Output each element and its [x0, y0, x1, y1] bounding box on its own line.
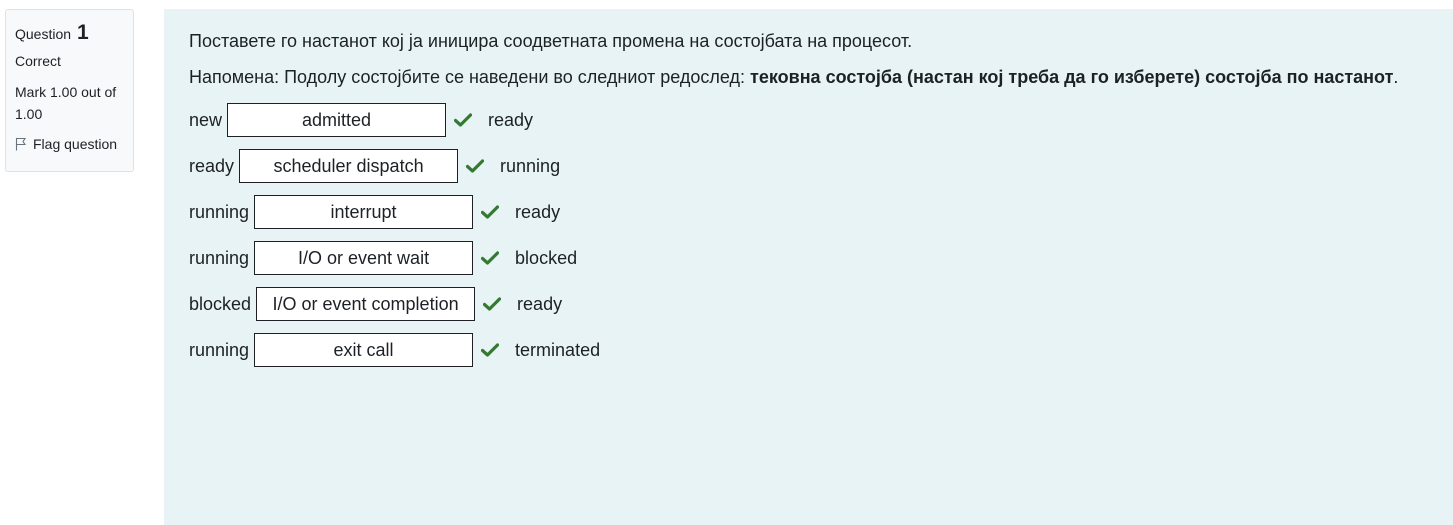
drop-zone[interactable]: scheduler dispatch: [239, 149, 459, 183]
check-icon: [481, 251, 500, 265]
answer-row: blocked I/O or event completion ready: [189, 287, 1428, 321]
flag-question-button[interactable]: Flag question: [15, 134, 124, 154]
question-grade: Mark 1.00 out of 1.00: [15, 84, 117, 122]
to-state: terminated: [515, 339, 601, 360]
question-content: Поставете го настанот кој ја иницира соо…: [164, 9, 1453, 525]
to-state: running: [500, 155, 561, 176]
question-number-value: 1: [76, 21, 89, 44]
to-state: blocked: [515, 247, 578, 268]
drop-zone[interactable]: I/O or event wait: [254, 241, 474, 275]
drop-zone[interactable]: interrupt: [254, 195, 474, 229]
drop-zone[interactable]: I/O or event completion: [256, 287, 476, 321]
check-icon: [466, 159, 485, 173]
question-note: Напомена: Подолу состојбите се наведени …: [189, 63, 1428, 91]
check-icon: [481, 343, 500, 357]
note-bold: тековна состојба (настан кој треба да го…: [750, 67, 1394, 87]
drop-zone[interactable]: exit call: [254, 333, 474, 367]
from-state: new: [189, 109, 223, 130]
drop-zone[interactable]: admitted: [227, 103, 447, 137]
to-state: ready: [488, 109, 534, 130]
from-state: running: [189, 339, 250, 360]
answer-row: running exit call terminated: [189, 333, 1428, 367]
question-label: Question: [15, 26, 72, 42]
from-state: blocked: [189, 293, 252, 314]
question-number: Question 1: [15, 20, 124, 47]
from-state: running: [189, 201, 250, 222]
flag-icon: [15, 137, 27, 151]
to-state: ready: [517, 293, 563, 314]
from-state: running: [189, 247, 250, 268]
answer-row: ready scheduler dispatch running: [189, 149, 1428, 183]
from-state: ready: [189, 155, 235, 176]
check-icon: [481, 205, 500, 219]
check-icon: [483, 297, 502, 311]
answer-row: new admitted ready: [189, 103, 1428, 137]
answer-row: running interrupt ready: [189, 195, 1428, 229]
to-state: ready: [515, 201, 561, 222]
question-prompt: Поставете го настанот кој ја иницира соо…: [189, 31, 913, 51]
check-icon: [454, 113, 473, 127]
note-suffix: .: [1393, 67, 1399, 87]
flag-question-label: Flag question: [33, 136, 118, 152]
question-info-panel: Question 1 Correct Mark 1.00 out of 1.00…: [5, 9, 134, 172]
question-state: Correct: [15, 53, 61, 69]
answer-row: running I/O or event wait blocked: [189, 241, 1428, 275]
note-prefix: Напомена: Подолу состојбите се наведени …: [189, 67, 751, 87]
